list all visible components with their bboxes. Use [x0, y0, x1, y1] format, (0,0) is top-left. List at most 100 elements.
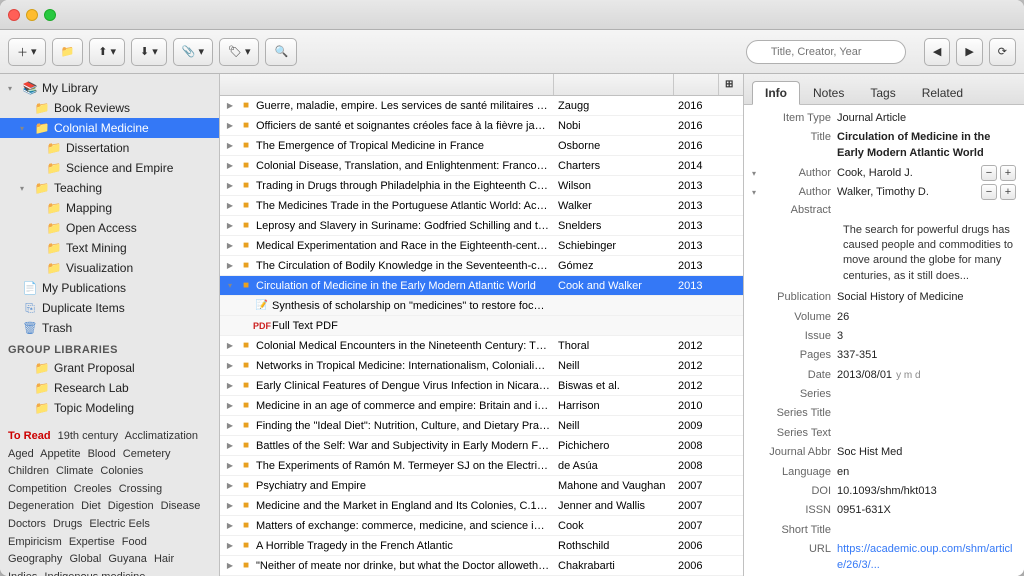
table-row[interactable]: ▶ ■ Matters of exchange: commerce, medic… — [220, 516, 743, 536]
find-button[interactable]: 🔍 — [265, 38, 297, 66]
locate-button[interactable]: ⬇ ▾ — [131, 38, 167, 66]
table-row[interactable]: ▾ ■ Circulation of Medicine in the Early… — [220, 276, 743, 296]
table-row[interactable]: ▶ ■ Medical Experimentation and Race in … — [220, 236, 743, 256]
tag-electric-eels[interactable]: Electric Eels — [89, 518, 150, 530]
tag-blood[interactable]: Blood — [88, 448, 116, 460]
sidebar-item-duplicate-items[interactable]: ⎘Duplicate Items — [0, 298, 219, 318]
navigate-back-button[interactable]: ◀ — [924, 38, 950, 66]
tag-competition[interactable]: Competition — [8, 483, 67, 495]
tag-button[interactable]: 🏷 ▾ — [219, 38, 260, 66]
attach-button[interactable]: 📎 ▾ — [173, 38, 213, 66]
table-row[interactable]: ▶ ■ Finding the "Ideal Diet": Nutrition,… — [220, 416, 743, 436]
search-input[interactable] — [746, 40, 906, 64]
sidebar-item-my-library[interactable]: ▾📚My Library — [0, 78, 219, 98]
new-collection-button[interactable]: 📁 — [52, 38, 84, 66]
tab-tags[interactable]: Tags — [857, 81, 908, 105]
tag-indigenous-medicine[interactable]: Indigenous medicine — [44, 571, 145, 576]
tag-diet[interactable]: Diet — [81, 500, 101, 512]
tag-geography[interactable]: Geography — [8, 553, 62, 565]
sync-button[interactable]: ⬆ ▾ — [89, 38, 125, 66]
sidebar-item-grant-proposal[interactable]: 📁Grant Proposal — [0, 358, 219, 378]
table-row[interactable]: PDF Full Text PDF — [220, 316, 743, 336]
author-plus-button[interactable]: + — [1000, 184, 1016, 200]
tag-aged[interactable]: Aged — [8, 448, 34, 460]
tag-hair[interactable]: Hair — [154, 553, 174, 565]
sidebar-item-text-mining[interactable]: 📁Text Mining — [0, 238, 219, 258]
table-row[interactable]: ▶ ■ Guerre, maladie, empire. Les service… — [220, 96, 743, 116]
tag-guyana[interactable]: Guyana — [108, 553, 147, 565]
sidebar-item-topic-modeling[interactable]: 📁Topic Modeling — [0, 398, 219, 418]
sidebar-item-science-and-empire[interactable]: 📁Science and Empire — [0, 158, 219, 178]
tag-empiricism[interactable]: Empiricism — [8, 536, 62, 548]
tag-19th-century[interactable]: 19th century — [58, 430, 119, 442]
table-row[interactable]: ▶ ■ "Neither of meate nor drinke, but wh… — [220, 556, 743, 576]
table-row[interactable]: ▶ ■ Medicine and the Market in England a… — [220, 496, 743, 516]
col-header-year[interactable] — [674, 74, 719, 95]
tab-info[interactable]: Info — [752, 81, 800, 105]
disclosure-icon: ▾ — [224, 280, 236, 292]
refresh-button[interactable]: ⟳ — [989, 38, 1016, 66]
tag-doctors[interactable]: Doctors — [8, 518, 46, 530]
sidebar-item-teaching[interactable]: ▾📁Teaching — [0, 178, 219, 198]
sidebar-item-book-reviews[interactable]: 📁Book Reviews — [0, 98, 219, 118]
col-header-title[interactable] — [220, 74, 554, 95]
tag-colonies[interactable]: Colonies — [100, 465, 143, 477]
navigate-forward-button[interactable]: ▶ — [956, 38, 982, 66]
table-row[interactable]: ▶ ■ A Horrible Tragedy in the French Atl… — [220, 536, 743, 556]
tab-notes[interactable]: Notes — [800, 81, 857, 105]
author-plus-button[interactable]: + — [1000, 165, 1016, 181]
table-row[interactable]: ▶ ■ The Emergence of Tropical Medicine i… — [220, 136, 743, 156]
col-header-creator[interactable] — [554, 74, 674, 95]
table-row[interactable]: ▶ ■ The Circulation of Bodily Knowledge … — [220, 256, 743, 276]
sidebar-item-my-publications[interactable]: 📄My Publications — [0, 278, 219, 298]
new-item-button[interactable]: ＋ ▾ — [8, 38, 46, 66]
table-row[interactable]: ▶ ■ Battles of the Self: War and Subject… — [220, 436, 743, 456]
tag-acclimatization[interactable]: Acclimatization — [125, 430, 198, 442]
sidebar-item-mapping[interactable]: 📁Mapping — [0, 198, 219, 218]
tag-drugs[interactable]: Drugs — [53, 518, 82, 530]
table-row[interactable]: ▶ ■ Officiers de santé et soignantes cré… — [220, 116, 743, 136]
author-minus-button[interactable]: − — [981, 165, 997, 181]
tag-climate[interactable]: Climate — [56, 465, 93, 477]
table-row[interactable]: ▶ ■ Early Clinical Features of Dengue Vi… — [220, 376, 743, 396]
sidebar-item-dissertation[interactable]: 📁Dissertation — [0, 138, 219, 158]
tab-related[interactable]: Related — [909, 81, 976, 105]
tag-crossing[interactable]: Crossing — [119, 483, 162, 495]
tag-food[interactable]: Food — [122, 536, 147, 548]
table-row[interactable]: ▶ ■ Psychiatry and Empire Mahone and Vau… — [220, 476, 743, 496]
disclosure-icon: ▶ — [224, 180, 236, 192]
sidebar-item-trash[interactable]: 🗑Trash — [0, 318, 219, 338]
tag-global[interactable]: Global — [70, 553, 102, 565]
table-row[interactable]: ▶ ■ Leprosy and Slavery in Suriname: God… — [220, 216, 743, 236]
sidebar-item-visualization[interactable]: 📁Visualization — [0, 258, 219, 278]
tag-to-read[interactable]: To Read — [8, 430, 51, 442]
sidebar-item-research-lab[interactable]: 📁Research Lab — [0, 378, 219, 398]
tag-cemetery[interactable]: Cemetery — [123, 448, 171, 460]
tag-appetite[interactable]: Appetite — [40, 448, 80, 460]
tag-degeneration[interactable]: Degeneration — [8, 500, 74, 512]
main-content: ▾📚My Library📁Book Reviews▾📁Colonial Medi… — [0, 74, 1024, 576]
tag-indies[interactable]: Indies — [8, 571, 37, 576]
tag-digestion[interactable]: Digestion — [108, 500, 154, 512]
table-row[interactable]: ▶ ■ The Medicines Trade in the Portugues… — [220, 196, 743, 216]
table-row[interactable]: ▶ ■ Trading in Drugs through Philadelphi… — [220, 176, 743, 196]
info-value[interactable]: https://academic.oup.com/shm/article/26/… — [837, 542, 1016, 573]
table-row[interactable]: ▶ ■ Colonial Disease, Translation, and E… — [220, 156, 743, 176]
table-row[interactable]: 📝 Synthesis of scholarship on "medicines… — [220, 296, 743, 316]
table-row[interactable]: ▶ ■ Networks in Tropical Medicine: Inter… — [220, 356, 743, 376]
tag-creoles[interactable]: Creoles — [74, 483, 112, 495]
table-row[interactable]: ▶ ■ Medicine in an age of commerce and e… — [220, 396, 743, 416]
author-minus-button[interactable]: − — [981, 184, 997, 200]
sidebar-item-colonial-medicine[interactable]: ▾📁Colonial Medicine — [0, 118, 219, 138]
tag-disease[interactable]: Disease — [161, 500, 201, 512]
maximize-button[interactable] — [44, 9, 56, 21]
items-panel: ⊞ ▶ ■ Guerre, maladie, empire. Les servi… — [220, 74, 744, 576]
table-row[interactable]: ▶ ■ The Experiments of Ramón M. Termeyer… — [220, 456, 743, 476]
info-row-url: URL https://academic.oup.com/shm/article… — [752, 542, 1016, 573]
sidebar-item-open-access[interactable]: 📁Open Access — [0, 218, 219, 238]
table-row[interactable]: ▶ ■ Colonial Medical Encounters in the N… — [220, 336, 743, 356]
close-button[interactable] — [8, 9, 20, 21]
tag-children[interactable]: Children — [8, 465, 49, 477]
tag-expertise[interactable]: Expertise — [69, 536, 115, 548]
minimize-button[interactable] — [26, 9, 38, 21]
